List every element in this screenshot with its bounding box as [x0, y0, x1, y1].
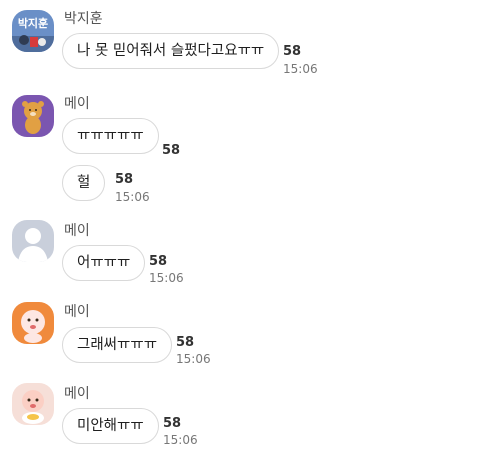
unread-count: 58: [163, 416, 182, 431]
message-bubble[interactable]: 그래써ㅠㅠㅠ: [62, 327, 173, 363]
unread-count: 58: [162, 143, 181, 158]
message-bubble[interactable]: 어ㅠㅠㅠ: [62, 245, 146, 281]
timestamp: 15:06: [149, 271, 184, 285]
sender-name: 메이: [64, 304, 90, 320]
avatar[interactable]: [12, 220, 54, 262]
unread-count: 58: [176, 335, 195, 350]
message-bubble[interactable]: 헐: [62, 165, 106, 201]
default-profile-icon: [12, 220, 54, 262]
peach-character-icon: [12, 302, 54, 344]
timestamp: 15:06: [176, 352, 211, 366]
avatar[interactable]: [12, 302, 54, 344]
sender-name: 메이: [64, 223, 90, 239]
peach-character-icon: [12, 383, 54, 425]
timestamp: 15:06: [115, 190, 150, 204]
message-bubble[interactable]: 미안해ㅠㅠ: [62, 408, 159, 444]
avatar[interactable]: [12, 383, 54, 425]
unread-count: 58: [283, 44, 302, 59]
message-bubble[interactable]: ㅠㅠㅠㅠㅠ: [62, 118, 159, 154]
sender-name: 박지훈: [64, 11, 103, 27]
avatar-label: 박지훈: [17, 17, 49, 30]
unread-count: 58: [149, 254, 168, 269]
avatar[interactable]: [12, 95, 54, 137]
sender-name: 메이: [64, 386, 90, 402]
sender-name: 메이: [64, 96, 90, 112]
message-bubble[interactable]: 나 못 믿어줘서 슬펐다고요ㅠㅠ: [62, 33, 280, 69]
bear-character-icon: [12, 95, 54, 137]
timestamp: 15:06: [163, 433, 198, 447]
timestamp: 15:06: [283, 62, 318, 76]
avatar[interactable]: 박지훈: [12, 10, 54, 52]
unread-count: 58: [115, 172, 134, 187]
